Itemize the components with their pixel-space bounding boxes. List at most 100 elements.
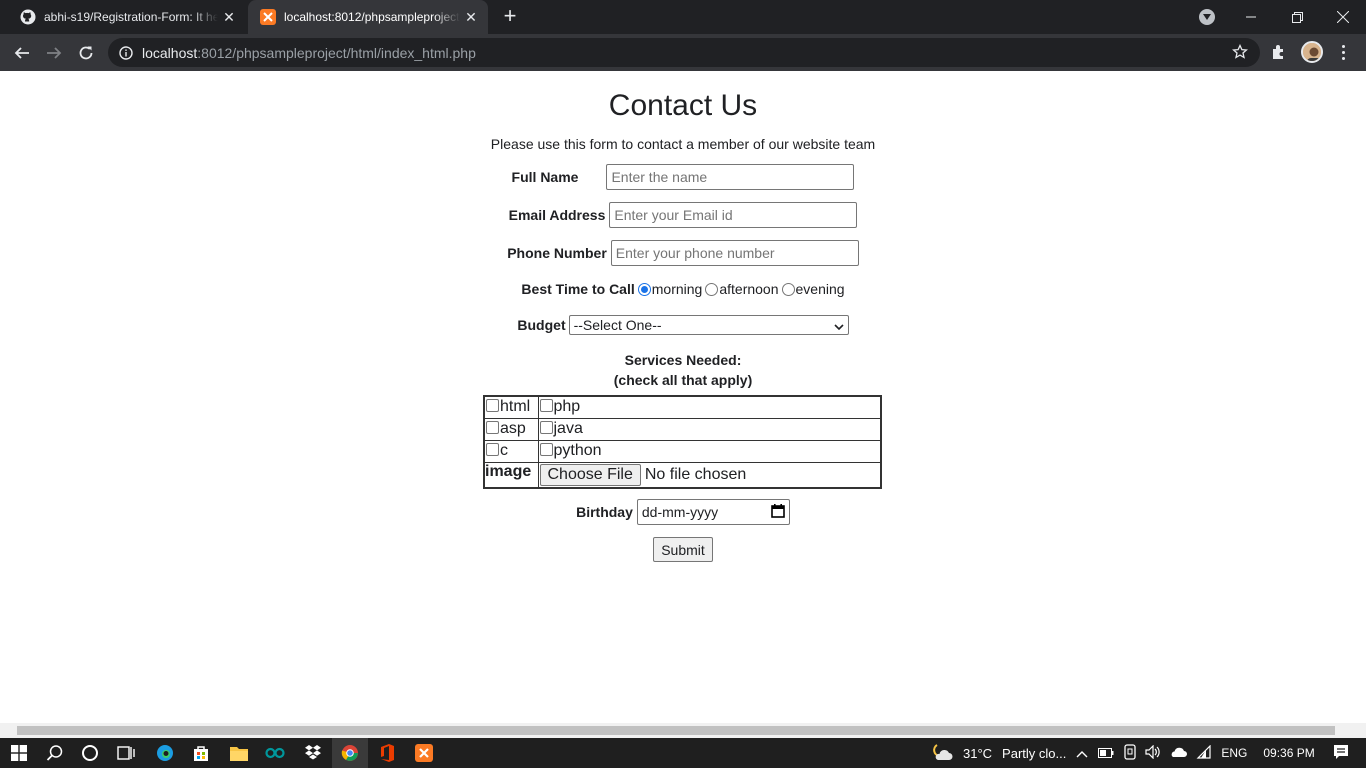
address-bar[interactable]: localhost:8012/phpsampleproject/html/ind… [108, 38, 1260, 67]
image-label: image [483, 461, 539, 488]
tab-title: localhost:8012/phpsampleproject [284, 10, 460, 24]
email-row: Email Address [0, 202, 1366, 228]
more-menu-icon[interactable] [1338, 43, 1348, 61]
checkbox-label: php [553, 398, 581, 416]
task-view-icon[interactable] [116, 743, 136, 763]
radio-button[interactable] [781, 282, 795, 296]
choose-file-button[interactable]: Choose File [539, 463, 641, 486]
xampp-taskbar-icon[interactable] [414, 743, 434, 763]
checkbox[interactable] [486, 399, 499, 413]
clock-time[interactable]: 09:36 PM [1263, 746, 1314, 760]
wifi-icon[interactable] [1195, 744, 1211, 762]
close-tab-icon[interactable]: ✕ [218, 6, 240, 28]
weather-icon[interactable] [931, 744, 955, 762]
back-arrow-icon[interactable] [9, 40, 35, 66]
radio-button-checked[interactable] [637, 282, 651, 296]
dropbox-icon[interactable] [303, 743, 323, 763]
checkbox-label: java [553, 420, 583, 437]
device-icon[interactable] [1123, 743, 1137, 763]
full-name-label: Full Name [511, 169, 579, 185]
window-controls [1228, 0, 1366, 34]
url-text: localhost:8012/phpsampleproject/html/ind… [142, 45, 476, 61]
phone-input[interactable] [610, 240, 859, 266]
battery-icon[interactable] [1098, 746, 1114, 761]
cortana-icon[interactable] [80, 743, 100, 763]
system-tray: 31°C Partly clo... ENG 09:36 PM [931, 738, 1349, 768]
birthday-label: Birthday [576, 504, 633, 520]
checkbox[interactable] [539, 421, 553, 434]
new-tab-icon[interactable]: + [498, 5, 522, 29]
scrollbar-thumb[interactable] [17, 726, 1335, 735]
checkbox-label: html [500, 398, 531, 416]
browser-toolbar: localhost:8012/phpsampleproject/html/ind… [0, 34, 1366, 71]
onedrive-cloud-icon[interactable] [1169, 746, 1188, 761]
url-path: :8012/phpsampleproject/html/index_html.p… [197, 44, 476, 61]
budget-select[interactable]: --Select One-- [568, 315, 849, 335]
radio-afternoon[interactable]: afternoon [702, 281, 779, 297]
info-icon[interactable] [118, 45, 134, 61]
store-icon[interactable] [191, 743, 211, 763]
reload-icon[interactable] [73, 40, 99, 66]
tab-github[interactable]: abhi-s19/Registration-Form: It he ✕ [8, 0, 246, 34]
chrome-icon[interactable] [340, 743, 360, 763]
service-cell: java [537, 417, 882, 441]
file-explorer-icon[interactable] [229, 743, 249, 763]
profile-avatar[interactable] [1301, 41, 1323, 63]
forward-arrow-icon[interactable] [41, 40, 67, 66]
page-content: Contact Us Please use this form to conta… [0, 71, 1366, 723]
office-icon[interactable] [377, 743, 397, 763]
horizontal-scrollbar[interactable] [0, 723, 1366, 738]
extensions-puzzle-icon[interactable] [1270, 43, 1288, 61]
full-name-input[interactable] [606, 164, 855, 190]
notifications-icon[interactable] [1333, 744, 1349, 763]
edge-icon[interactable] [155, 743, 175, 763]
tab-localhost[interactable]: localhost:8012/phpsampleproject ✕ [248, 0, 488, 34]
radio-morning[interactable]: morning [635, 281, 703, 297]
arduino-icon[interactable] [265, 743, 285, 763]
chevron-down-icon [834, 317, 844, 333]
service-cell: c [483, 439, 539, 463]
checkbox[interactable] [486, 443, 499, 456]
calendar-icon[interactable] [771, 503, 785, 521]
windows-start-icon[interactable] [9, 743, 29, 763]
radio-label: afternoon [719, 281, 779, 297]
close-tab-icon[interactable]: ✕ [460, 6, 482, 28]
table-row: image Choose File No file chosen [483, 461, 882, 488]
budget-selected-value: --Select One-- [573, 317, 662, 333]
tab-strip: abhi-s19/Registration-Form: It he ✕ loca… [0, 0, 1366, 34]
restore-icon[interactable] [1274, 0, 1320, 34]
tab-search-icon[interactable] [1199, 9, 1215, 25]
birthday-date-input[interactable]: dd-mm-yyyy [636, 499, 790, 525]
weather-temperature[interactable]: 31°C [963, 746, 992, 761]
services-table: html php asp java c python image Choose … [483, 395, 882, 489]
bookmark-star-icon[interactable] [1232, 43, 1248, 60]
budget-row: Budget --Select One-- [0, 315, 1366, 335]
checkbox[interactable] [539, 443, 553, 456]
language-indicator[interactable]: ENG [1221, 746, 1247, 760]
file-status: No file chosen [644, 465, 747, 483]
search-icon[interactable] [45, 743, 65, 763]
table-row: asp java [483, 417, 882, 441]
full-name-row: Full Name [0, 164, 1366, 190]
radio-button[interactable] [705, 282, 719, 296]
radio-label: morning [651, 281, 703, 297]
phone-row: Phone Number [0, 240, 1366, 266]
close-window-icon[interactable] [1320, 0, 1366, 34]
weather-condition[interactable]: Partly clo... [1002, 746, 1066, 761]
chevron-up-icon[interactable] [1076, 746, 1088, 761]
email-input[interactable] [609, 202, 858, 228]
xampp-icon [260, 9, 276, 25]
page-title: Contact Us [608, 89, 758, 122]
submit-button[interactable]: Submit [653, 537, 713, 562]
checkbox[interactable] [539, 399, 553, 413]
checkbox[interactable] [486, 421, 499, 434]
services-title: Services Needed: [624, 352, 742, 368]
phone-label: Phone Number [507, 245, 607, 261]
email-label: Email Address [508, 207, 606, 223]
checkbox-label: c [500, 442, 508, 459]
volume-icon[interactable] [1145, 744, 1161, 762]
radio-evening[interactable]: evening [779, 281, 845, 297]
services-subtitle: (check all that apply) [613, 372, 753, 388]
minimize-icon[interactable] [1228, 0, 1274, 34]
service-cell: python [537, 439, 882, 463]
